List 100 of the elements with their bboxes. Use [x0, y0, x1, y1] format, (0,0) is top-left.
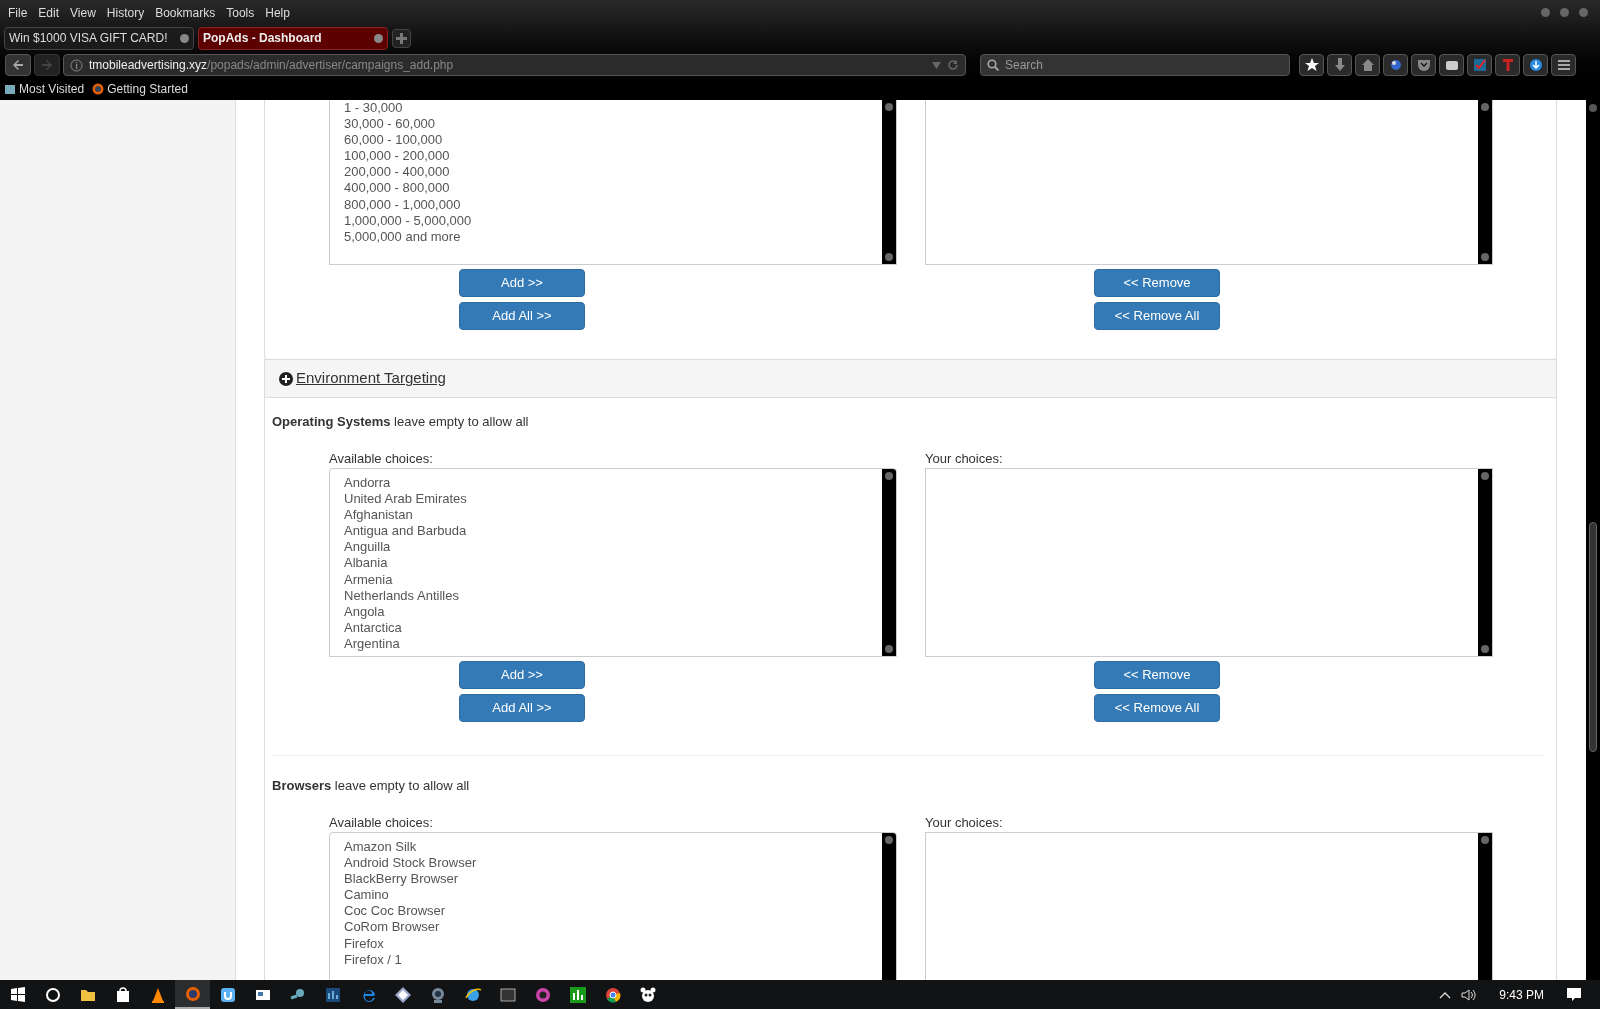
- taskbar-button[interactable]: [175, 980, 210, 1009]
- page-scrollbar[interactable]: [1586, 100, 1600, 980]
- new-tab-button[interactable]: [392, 28, 411, 48]
- list-option[interactable]: Coc Coc Browser: [344, 903, 446, 920]
- caret-up-icon[interactable]: [1439, 990, 1452, 999]
- button[interactable]: Add All >>: [459, 694, 585, 722]
- pocket-icon: [1415, 57, 1432, 73]
- list-option[interactable]: Angola: [344, 603, 385, 620]
- reload-icon[interactable]: [947, 59, 959, 71]
- list-option[interactable]: CoRom Browser: [344, 919, 440, 936]
- list-option[interactable]: 30,000 - 60,000: [344, 116, 436, 133]
- download-circle-icon: [1527, 57, 1544, 73]
- label: Your choices:: [925, 450, 1004, 468]
- clock-text: 9:43 PM: [1499, 986, 1544, 1004]
- scrollbar[interactable]: [1478, 833, 1492, 980]
- speaker-icon[interactable]: [1461, 987, 1478, 1002]
- globe-icon: [92, 83, 105, 95]
- button[interactable]: << Remove: [1094, 661, 1220, 689]
- info-icon: [70, 58, 83, 72]
- close-button[interactable]: [1579, 8, 1588, 17]
- chart-window-icon: [323, 985, 342, 1004]
- maximize-button[interactable]: [1560, 8, 1569, 17]
- menu-item[interactable]: History: [102, 3, 149, 22]
- label: Your choices:: [925, 814, 1004, 832]
- plus-circle-icon[interactable]: [279, 371, 293, 386]
- address-bar[interactable]: tmobileadvertising.xyz/popads/admin/advertiser/campaigns_add.php: [63, 54, 966, 76]
- button[interactable]: << Remove: [1094, 269, 1220, 297]
- list-box[interactable]: [925, 100, 1493, 265]
- list-box[interactable]: [925, 832, 1493, 980]
- search-box[interactable]: Search: [980, 54, 1290, 76]
- notification-icon[interactable]: [1566, 987, 1582, 1002]
- list-option[interactable]: Andorra: [344, 475, 391, 492]
- list-option[interactable]: Android Stock Browser: [344, 855, 477, 872]
- menu-item[interactable]: File: [4, 3, 32, 22]
- list-option[interactable]: 1,000,000 - 5,000,000: [344, 212, 472, 229]
- list-option[interactable]: Armenia: [344, 571, 393, 588]
- section-link[interactable]: Environment Targeting: [296, 367, 446, 390]
- list-option[interactable]: Netherlands Antilles: [344, 587, 459, 604]
- scrollbar[interactable]: [882, 100, 896, 264]
- checkmark-icon: [1471, 57, 1488, 73]
- label: Available choices:: [329, 814, 434, 832]
- menu-item[interactable]: Help: [261, 3, 294, 22]
- toolbar-button[interactable]: [1551, 54, 1576, 76]
- list-box[interactable]: Amazon Silk Android Stock Browser BlackBerry Browser Camino Coc Coc Browser CoRom Browser Firefox Firefox / 1: [329, 832, 897, 980]
- bookmark-item[interactable]: Getting Started: [92, 80, 188, 98]
- list-option[interactable]: Amazon Silk: [344, 839, 417, 856]
- list-option[interactable]: Argentina: [344, 635, 400, 653]
- list-option[interactable]: Firefox / 1: [344, 951, 402, 968]
- windows-logo-icon: [8, 985, 27, 1004]
- scrollbar[interactable]: [882, 833, 896, 980]
- list-option[interactable]: 100,000 - 200,000: [344, 148, 450, 165]
- list-option[interactable]: United Arab Emirates: [344, 491, 467, 508]
- list-box[interactable]: 1 - 30,000 30,000 - 60,000 60,000 - 100,000 100,000 - 200,000 200,000 - 400,000 400,000 - 800,000 800,000 - 1,000,000 1,000,000 - 5,000,000 5,000,000 and more: [329, 100, 897, 265]
- browser-tab[interactable]: PopAds - Dashboard: [198, 26, 388, 50]
- minimize-button[interactable]: [1541, 8, 1550, 17]
- tab-close-icon[interactable]: [374, 33, 383, 43]
- list-option[interactable]: Antarctica: [344, 619, 402, 636]
- dropdown-icon[interactable]: [932, 61, 941, 69]
- scrollbar[interactable]: [882, 469, 896, 656]
- list-option[interactable]: Antigua and Barbuda: [344, 523, 467, 540]
- list-option[interactable]: 200,000 - 400,000: [344, 164, 450, 181]
- list-box[interactable]: [925, 468, 1493, 657]
- list-option[interactable]: Camino: [344, 887, 389, 904]
- browser-tab[interactable]: Win $1000 VISA GIFT CARD!: [4, 26, 194, 50]
- screen-icon: [498, 985, 517, 1004]
- list-option[interactable]: Anguilla: [344, 539, 391, 556]
- button[interactable]: << Remove All: [1094, 694, 1220, 722]
- list-option[interactable]: 800,000 - 1,000,000: [344, 196, 461, 213]
- bookmark-item[interactable]: Most Visited: [4, 80, 85, 98]
- button[interactable]: Add >>: [459, 269, 585, 297]
- list-option[interactable]: 1 - 30,000: [344, 100, 403, 117]
- list-option[interactable]: BlackBerry Browser: [344, 871, 459, 888]
- scrollbar[interactable]: [1478, 469, 1492, 656]
- toolbar-button[interactable]: [1299, 54, 1324, 76]
- toolbar-button[interactable]: [1523, 54, 1548, 76]
- list-option[interactable]: 5,000,000 and more: [344, 228, 461, 245]
- search-icon: [987, 59, 999, 71]
- list-box[interactable]: Andorra United Arab Emirates Afghanistan Antigua and Barbuda Anguilla Albania Armenia Netherlands Antilles Angola Antarctica Argentina: [329, 468, 897, 657]
- list-option[interactable]: Albania: [344, 555, 388, 572]
- button[interactable]: Add All >>: [459, 302, 585, 330]
- menu-item[interactable]: Tools: [222, 3, 259, 22]
- toolbar-button[interactable]: [1383, 54, 1408, 76]
- circle-icon: [43, 985, 62, 1004]
- tab-close-icon[interactable]: [180, 33, 189, 43]
- chrome-icon: [603, 985, 622, 1004]
- menu-item[interactable]: View: [66, 3, 100, 22]
- toolbar-button[interactable]: [1439, 54, 1464, 76]
- scrollbar[interactable]: [1478, 100, 1492, 264]
- search-field[interactable]: Search: [1005, 55, 1283, 75]
- list-option[interactable]: Firefox: [344, 935, 384, 952]
- back-button[interactable]: [5, 54, 31, 76]
- menu-item[interactable]: Edit: [34, 3, 64, 22]
- button[interactable]: Add >>: [459, 661, 585, 689]
- list-option[interactable]: Afghanistan: [344, 507, 413, 524]
- bookmark-star-icon: [1303, 57, 1320, 73]
- list-option[interactable]: 60,000 - 100,000: [344, 132, 443, 149]
- menu-item[interactable]: Bookmarks: [151, 3, 220, 22]
- menu-icon: [1555, 57, 1572, 73]
- button[interactable]: << Remove All: [1094, 302, 1220, 330]
- list-option[interactable]: 400,000 - 800,000: [344, 180, 450, 197]
